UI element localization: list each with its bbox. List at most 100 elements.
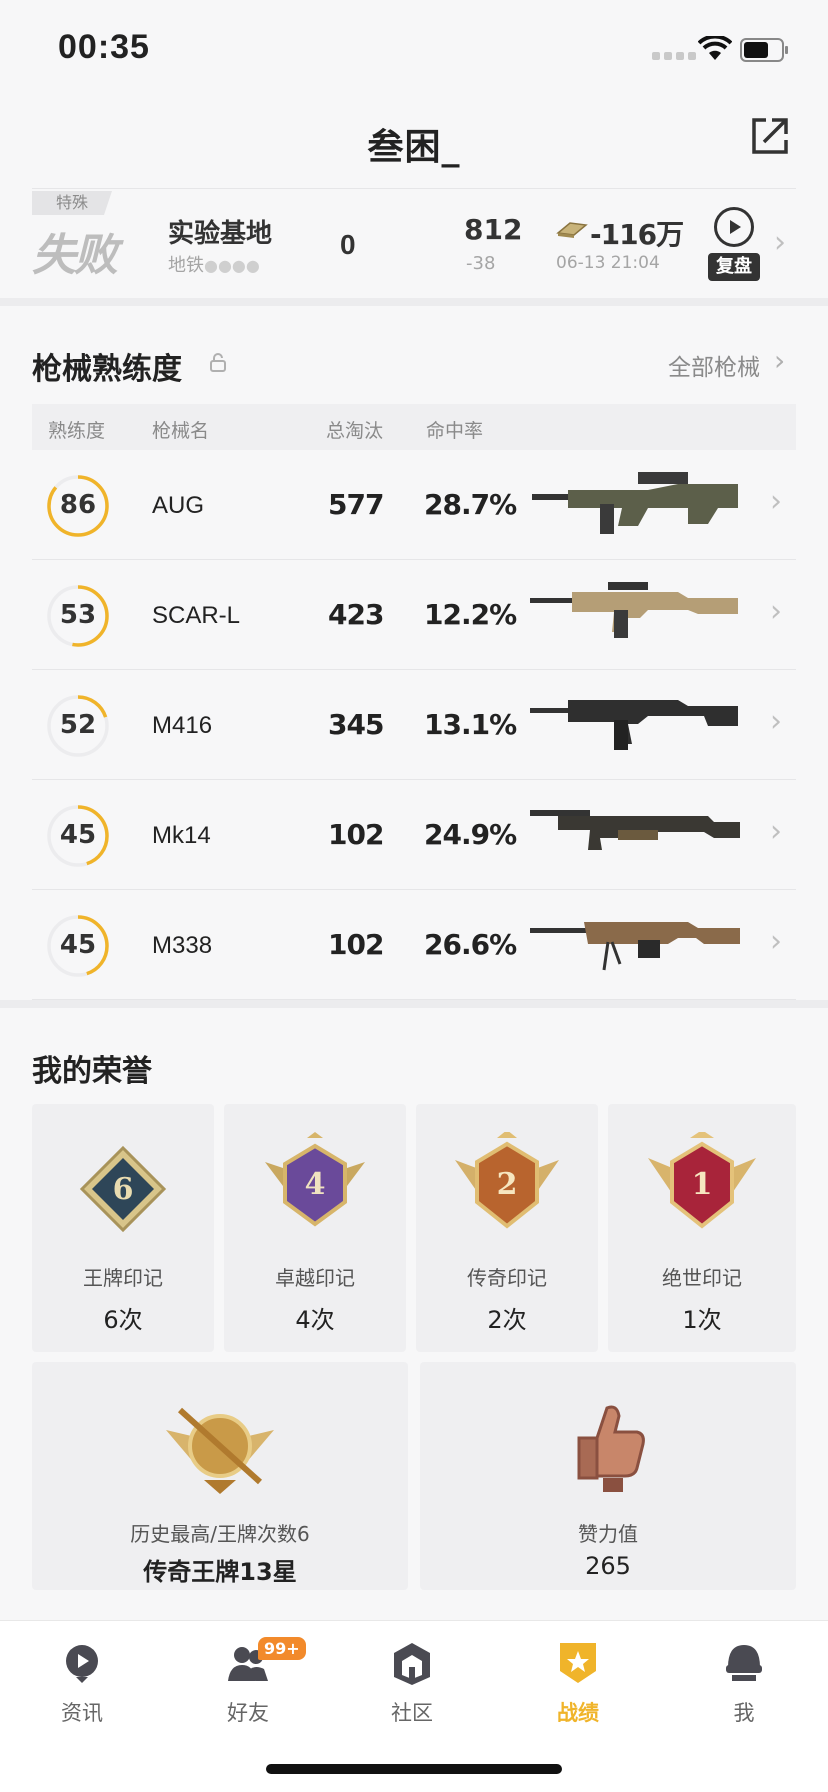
honors-section-title: 我的荣誉	[32, 1054, 152, 1089]
scar-l-rifle-image	[530, 582, 738, 638]
gun-name: AUG	[152, 492, 205, 519]
header-proficiency: 熟练度	[48, 420, 106, 442]
honor-count: 1次	[682, 1306, 722, 1334]
record-icon	[560, 1643, 596, 1683]
battery-icon	[740, 38, 788, 62]
gun-name: SCAR-L	[152, 602, 241, 629]
tab-label: 我	[733, 1701, 755, 1725]
header-accuracy: 命中率	[426, 420, 484, 442]
all-guns-link[interactable]: 全部枪械	[668, 348, 760, 382]
wifi-icon	[698, 36, 732, 60]
header: 叁困_	[0, 96, 828, 188]
honor-label: 传奇印记	[467, 1266, 547, 1290]
aug-rifle-image	[532, 472, 738, 534]
share-icon[interactable]	[748, 114, 792, 158]
likes-value: 265	[585, 1552, 631, 1580]
cellular-signal-icon	[652, 52, 696, 60]
gun-name: M416	[152, 712, 213, 739]
excellence-mark-badge-icon: 4	[265, 1132, 365, 1227]
tab-profile[interactable]: 我	[684, 1641, 804, 1741]
highest-rank-label: 历史最高/王牌次数6	[130, 1522, 310, 1546]
weapons-section-title: 枪械熟练度	[32, 352, 182, 387]
money-icon	[556, 222, 588, 238]
mk14-rifle-image	[530, 810, 740, 850]
status-bar: 00:35	[0, 0, 828, 96]
honor-card-excellence[interactable]: 4 卓越印记 4次	[224, 1104, 406, 1352]
replay-icon	[714, 207, 754, 247]
gun-accuracy: 24.9%	[424, 818, 517, 851]
weapon-row[interactable]: 53 SCAR-L 423 12.2% ›	[32, 560, 796, 670]
weapon-row[interactable]: 86 AUG 577 28.7% ›	[32, 450, 796, 560]
likes-label: 赞力值	[578, 1522, 638, 1546]
squad-icon: ●●●●	[204, 256, 260, 275]
honor-label: 卓越印记	[275, 1266, 355, 1290]
page-title: 叁困_	[367, 127, 461, 168]
gun-kills: 345	[328, 708, 384, 741]
proficiency-value: 53	[59, 600, 97, 630]
status-time: 00:35	[58, 28, 150, 66]
honor-card-peerless[interactable]: 1 绝世印记 1次	[608, 1104, 796, 1352]
section-divider	[0, 298, 828, 306]
match-time: 06-13 21:04	[556, 253, 660, 273]
peerless-mark-badge-icon: 1	[648, 1132, 756, 1229]
highest-rank-card[interactable]: 历史最高/王牌次数6 传奇王牌13星	[32, 1362, 408, 1590]
replay-button[interactable]: 复盘	[708, 207, 760, 283]
match-result: 失败	[32, 230, 118, 281]
header-kills: 总淘汰	[326, 420, 384, 442]
tab-label: 好友	[227, 1701, 269, 1725]
honor-card-ace[interactable]: 6 王牌印记 6次	[32, 1104, 214, 1352]
gun-kills: 102	[328, 928, 384, 961]
ace-badge-number: 6	[113, 1172, 134, 1207]
gun-kills: 102	[328, 818, 384, 851]
weapon-row[interactable]: 45 M338 102 26.6% ›	[32, 890, 796, 1000]
match-kills: 0	[340, 229, 356, 260]
proficiency-value: 45	[59, 930, 97, 960]
map-sub-label: 地铁	[168, 255, 204, 276]
mode-tag: 特殊	[32, 191, 112, 215]
legend-ace-badge-icon	[166, 1407, 274, 1494]
weapons-table-header: 熟练度 枪械名 总淘汰 命中率	[32, 404, 796, 450]
home-indicator	[266, 1764, 562, 1774]
profile-icon	[726, 1645, 762, 1681]
replay-label: 复盘	[708, 253, 760, 281]
tab-community[interactable]: 社区	[352, 1641, 472, 1741]
gun-accuracy: 12.2%	[424, 598, 517, 631]
honor-label: 王牌印记	[83, 1266, 163, 1290]
chevron-right-icon: ›	[770, 594, 782, 629]
honor-count: 2次	[487, 1306, 527, 1334]
chevron-right-icon: ›	[770, 704, 782, 739]
gun-accuracy: 26.6%	[424, 928, 517, 961]
tab-news[interactable]: 资讯	[22, 1641, 142, 1741]
header-gun-name: 枪械名	[152, 420, 210, 442]
honor-count: 6次	[103, 1306, 143, 1334]
peerless-badge-number: 1	[692, 1167, 713, 1202]
honor-label: 绝世印记	[662, 1266, 742, 1290]
match-summary-row[interactable]: 特殊 失败 实验基地 地铁●●●● 0 812 -38 -116万 06-13 …	[32, 188, 796, 298]
chevron-right-icon: ›	[770, 484, 782, 519]
weapon-row[interactable]: 45 Mk14 102 24.9% ›	[32, 780, 796, 890]
ace-mark-badge-icon: 6	[79, 1145, 167, 1233]
weapon-row[interactable]: 52 M416 345 13.1% ›	[32, 670, 796, 780]
proficiency-value: 52	[59, 710, 97, 740]
highest-rank-value: 传奇王牌13星	[143, 1558, 297, 1586]
gun-accuracy: 28.7%	[424, 488, 517, 521]
lock-icon[interactable]	[208, 352, 228, 372]
chevron-right-icon: ›	[770, 814, 782, 849]
map-name: 实验基地	[168, 219, 273, 249]
tab-label: 战绩	[557, 1701, 599, 1725]
likes-card[interactable]: 赞力值 265	[420, 1362, 796, 1590]
gun-accuracy: 13.1%	[424, 708, 517, 741]
map-sub: 地铁●●●●	[168, 251, 260, 277]
honor-card-legend[interactable]: 2 传奇印记 2次	[416, 1104, 598, 1352]
app-screen: 00:35 叁困_ 特殊 失败 实验基地 地铁●●●● 0 812 -38 -1…	[0, 0, 828, 1792]
tab-label: 社区	[391, 1701, 433, 1725]
section-divider	[0, 1000, 828, 1008]
tab-record[interactable]: 战绩	[518, 1641, 638, 1741]
legend-mark-badge-icon: 2	[455, 1132, 559, 1229]
friends-notification-badge: 99+	[258, 1637, 306, 1660]
m338-machine-gun-image	[530, 922, 740, 971]
gun-kills: 577	[328, 488, 384, 521]
rank-change: -38	[466, 253, 496, 274]
news-icon	[66, 1645, 98, 1683]
rank-value: 812	[464, 213, 523, 246]
